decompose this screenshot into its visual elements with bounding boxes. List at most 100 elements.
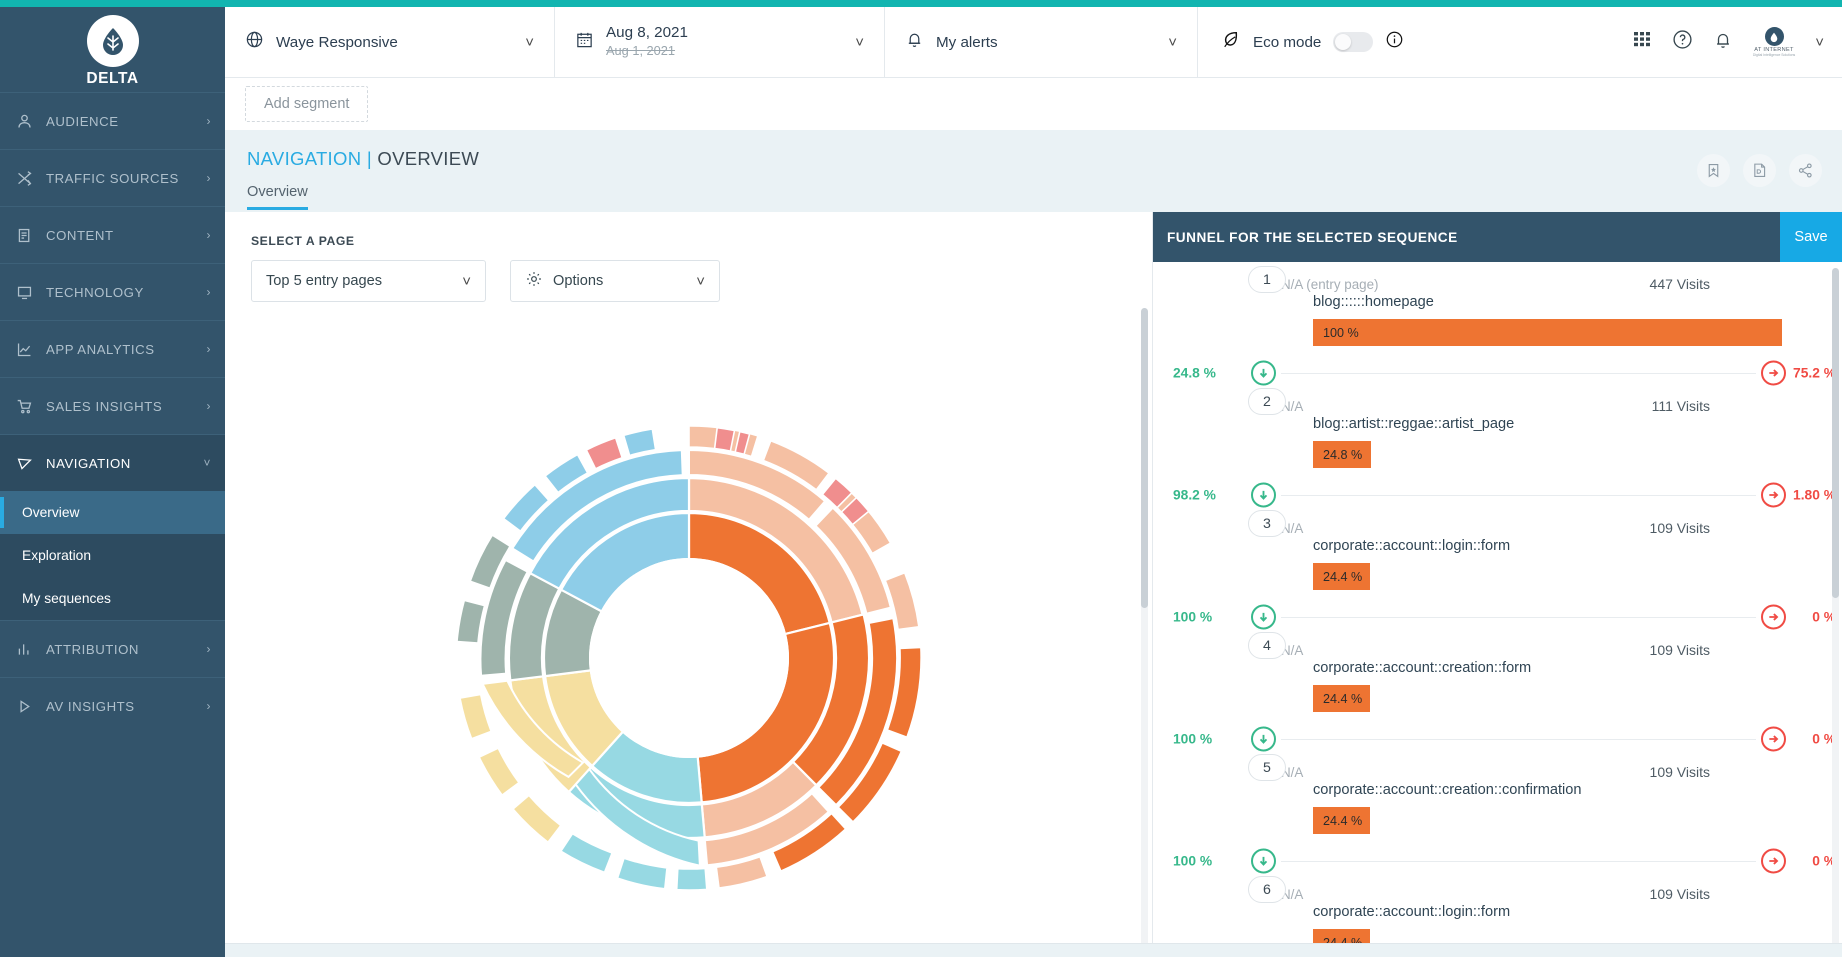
- page-header: NAVIGATION | OVERVIEW Overview: [225, 130, 1842, 212]
- breadcrumb-separator: |: [366, 148, 372, 169]
- step-bar-row: 24.8 %: [1153, 441, 1782, 480]
- add-segment-button[interactable]: Add segment: [245, 86, 369, 122]
- step-number: 4: [1248, 632, 1286, 659]
- chevron-right-icon: ›: [206, 342, 211, 356]
- chevron-down-icon: ˅: [855, 33, 864, 51]
- funnel-step[interactable]: 5 N/A 109 Visits corporate::account::cre…: [1153, 754, 1842, 846]
- step-number: 3: [1248, 510, 1286, 537]
- step-number: 6: [1248, 876, 1286, 903]
- step-bar: 24.4 %: [1313, 563, 1371, 590]
- date-range-selector[interactable]: Aug 8, 2021 Aug 1, 2021 ˅: [555, 7, 885, 77]
- page-select-value: Top 5 entry pages: [266, 273, 383, 289]
- chevron-right-icon: ›: [206, 228, 211, 242]
- sidebar-item-traffic-sources[interactable]: TRAFFIC SOURCES ›: [0, 149, 225, 206]
- alerts-selector[interactable]: My alerts ˅: [885, 7, 1198, 77]
- step-number: 5: [1248, 754, 1286, 781]
- document-icon: [16, 227, 46, 244]
- arrow-right-icon: [1761, 604, 1786, 630]
- sunburst-controls: Top 5 entry pages ˅ Options ˅: [251, 260, 1152, 302]
- chevron-down-icon: ˅: [525, 33, 534, 51]
- step-bar-row: 24.4 %: [1153, 563, 1782, 602]
- info-icon[interactable]: [1385, 30, 1404, 54]
- funnel-connector: 100 % 0 %: [1153, 602, 1842, 632]
- account-chevron-down-icon[interactable]: ˅: [1815, 34, 1824, 51]
- sidebar-item-app-analytics[interactable]: APP ANALYTICS ›: [0, 320, 225, 377]
- funnel-scrollbar-thumb[interactable]: [1832, 268, 1839, 598]
- share-icon[interactable]: [1789, 154, 1822, 187]
- main-region: Waye Responsive ˅ Aug 8, 2021 Aug 1, 202…: [225, 0, 1842, 957]
- tab-label: Overview: [247, 184, 308, 200]
- left-scrollbar-thumb[interactable]: [1141, 308, 1148, 608]
- breadcrumb-page: OVERVIEW: [377, 148, 480, 169]
- breadcrumb-section[interactable]: NAVIGATION: [247, 148, 361, 169]
- funnel-step[interactable]: 4 N/A 109 Visits corporate::account::cre…: [1153, 632, 1842, 724]
- page-select-dropdown[interactable]: Top 5 entry pages ˅: [251, 260, 486, 302]
- sunburst-chart[interactable]: [225, 308, 1152, 957]
- arrow-right-icon: [1761, 726, 1786, 752]
- sidebar-subitem-label: My sequences: [22, 591, 111, 606]
- arrow-down-icon: [1251, 482, 1276, 508]
- exit-rate: 1.80 %: [1793, 487, 1836, 503]
- sidebar-item-attribution[interactable]: ATTRIBUTION ›: [0, 620, 225, 677]
- funnel-header: FUNNEL FOR THE SELECTED SEQUENCE Save: [1153, 212, 1842, 262]
- left-scrollbar-track[interactable]: [1141, 308, 1148, 947]
- arrow-down-icon: [1251, 360, 1276, 386]
- sidebar-item-av-insights[interactable]: AV INSIGHTS ›: [0, 677, 225, 734]
- funnel-step[interactable]: 3 N/A 109 Visits corporate::account::log…: [1153, 510, 1842, 602]
- funnel-steps-list: 1 N/A (entry page) 447 Visits blog::::::…: [1153, 262, 1842, 957]
- site-selector[interactable]: Waye Responsive ˅: [225, 7, 555, 77]
- sidebar-item-overview[interactable]: Overview: [0, 491, 225, 534]
- bookmark-star-icon[interactable]: [1697, 154, 1730, 187]
- sidebar: DELTA AUDIENCE › TRAFFIC SOURCES › CONTE…: [0, 0, 225, 957]
- step-bar-label: 24.8 %: [1323, 447, 1363, 462]
- brand-logo[interactable]: DELTA: [0, 0, 225, 92]
- help-icon[interactable]: [1672, 29, 1693, 55]
- chart-line-icon: [16, 341, 46, 358]
- connector-line: [1281, 373, 1756, 374]
- sidebar-item-sales-insights[interactable]: SALES INSIGHTS ›: [0, 377, 225, 434]
- sidebar-item-exploration[interactable]: Exploration: [0, 534, 225, 577]
- conversion-rate: 100 %: [1173, 609, 1213, 625]
- chevron-right-icon: ›: [206, 642, 211, 656]
- eco-mode-control[interactable]: Eco mode: [1198, 7, 1426, 77]
- sidebar-item-audience[interactable]: AUDIENCE ›: [0, 92, 225, 149]
- funnel-title: FUNNEL FOR THE SELECTED SEQUENCE: [1167, 229, 1458, 245]
- connector-line: [1281, 739, 1756, 740]
- conversion-rate: 100 %: [1173, 853, 1213, 869]
- conversion-rate: 100 %: [1173, 731, 1213, 747]
- funnel-step[interactable]: 2 N/A 111 Visits blog::artist::reggae::a…: [1153, 388, 1842, 480]
- eco-mode-toggle[interactable]: [1333, 32, 1374, 52]
- funnel-step[interactable]: 1 N/A (entry page) 447 Visits blog::::::…: [1153, 266, 1842, 358]
- step-page-name: corporate::account::creation::confirmati…: [1313, 782, 1582, 798]
- sidebar-item-label: ATTRIBUTION: [46, 641, 139, 657]
- connector-line: [1281, 861, 1756, 862]
- play-icon: [16, 698, 46, 715]
- brand-name: DELTA: [86, 69, 139, 87]
- shuffle-icon: [16, 170, 46, 187]
- sunburst-svg: [455, 425, 922, 891]
- apps-grid-icon[interactable]: [1633, 31, 1652, 54]
- chevron-right-icon: ›: [206, 171, 211, 185]
- step-na-label: N/A: [1281, 521, 1304, 536]
- funnel-scrollbar-track[interactable]: [1832, 268, 1839, 951]
- avatar[interactable]: AT INTERNET Digital Intelligence Solutio…: [1753, 27, 1795, 57]
- step-page-name: blog::artist::reggae::artist_page: [1313, 416, 1515, 432]
- bell-icon: [905, 30, 924, 54]
- segment-bar: Add segment: [225, 78, 1842, 130]
- avatar-logo-icon: [1764, 27, 1784, 46]
- step-bar-row: 24.4 %: [1153, 807, 1782, 846]
- sidebar-item-label: SALES INSIGHTS: [46, 398, 163, 414]
- notification-bell-icon[interactable]: [1713, 30, 1733, 55]
- chevron-down-icon: ˅: [1168, 33, 1177, 51]
- save-button[interactable]: Save: [1780, 212, 1842, 262]
- sidebar-item-content[interactable]: CONTENT ›: [0, 206, 225, 263]
- export-document-icon[interactable]: [1743, 154, 1776, 187]
- sidebar-item-navigation[interactable]: NAVIGATION ˅: [0, 434, 225, 491]
- chevron-right-icon: ›: [206, 399, 211, 413]
- conversion-rate: 98.2 %: [1173, 487, 1216, 503]
- tab-overview[interactable]: Overview: [247, 184, 308, 210]
- sidebar-item-technology[interactable]: TECHNOLOGY ›: [0, 263, 225, 320]
- sidebar-item-label: AV INSIGHTS: [46, 698, 135, 714]
- sidebar-item-my-sequences[interactable]: My sequences: [0, 577, 225, 620]
- options-dropdown[interactable]: Options ˅: [510, 260, 720, 302]
